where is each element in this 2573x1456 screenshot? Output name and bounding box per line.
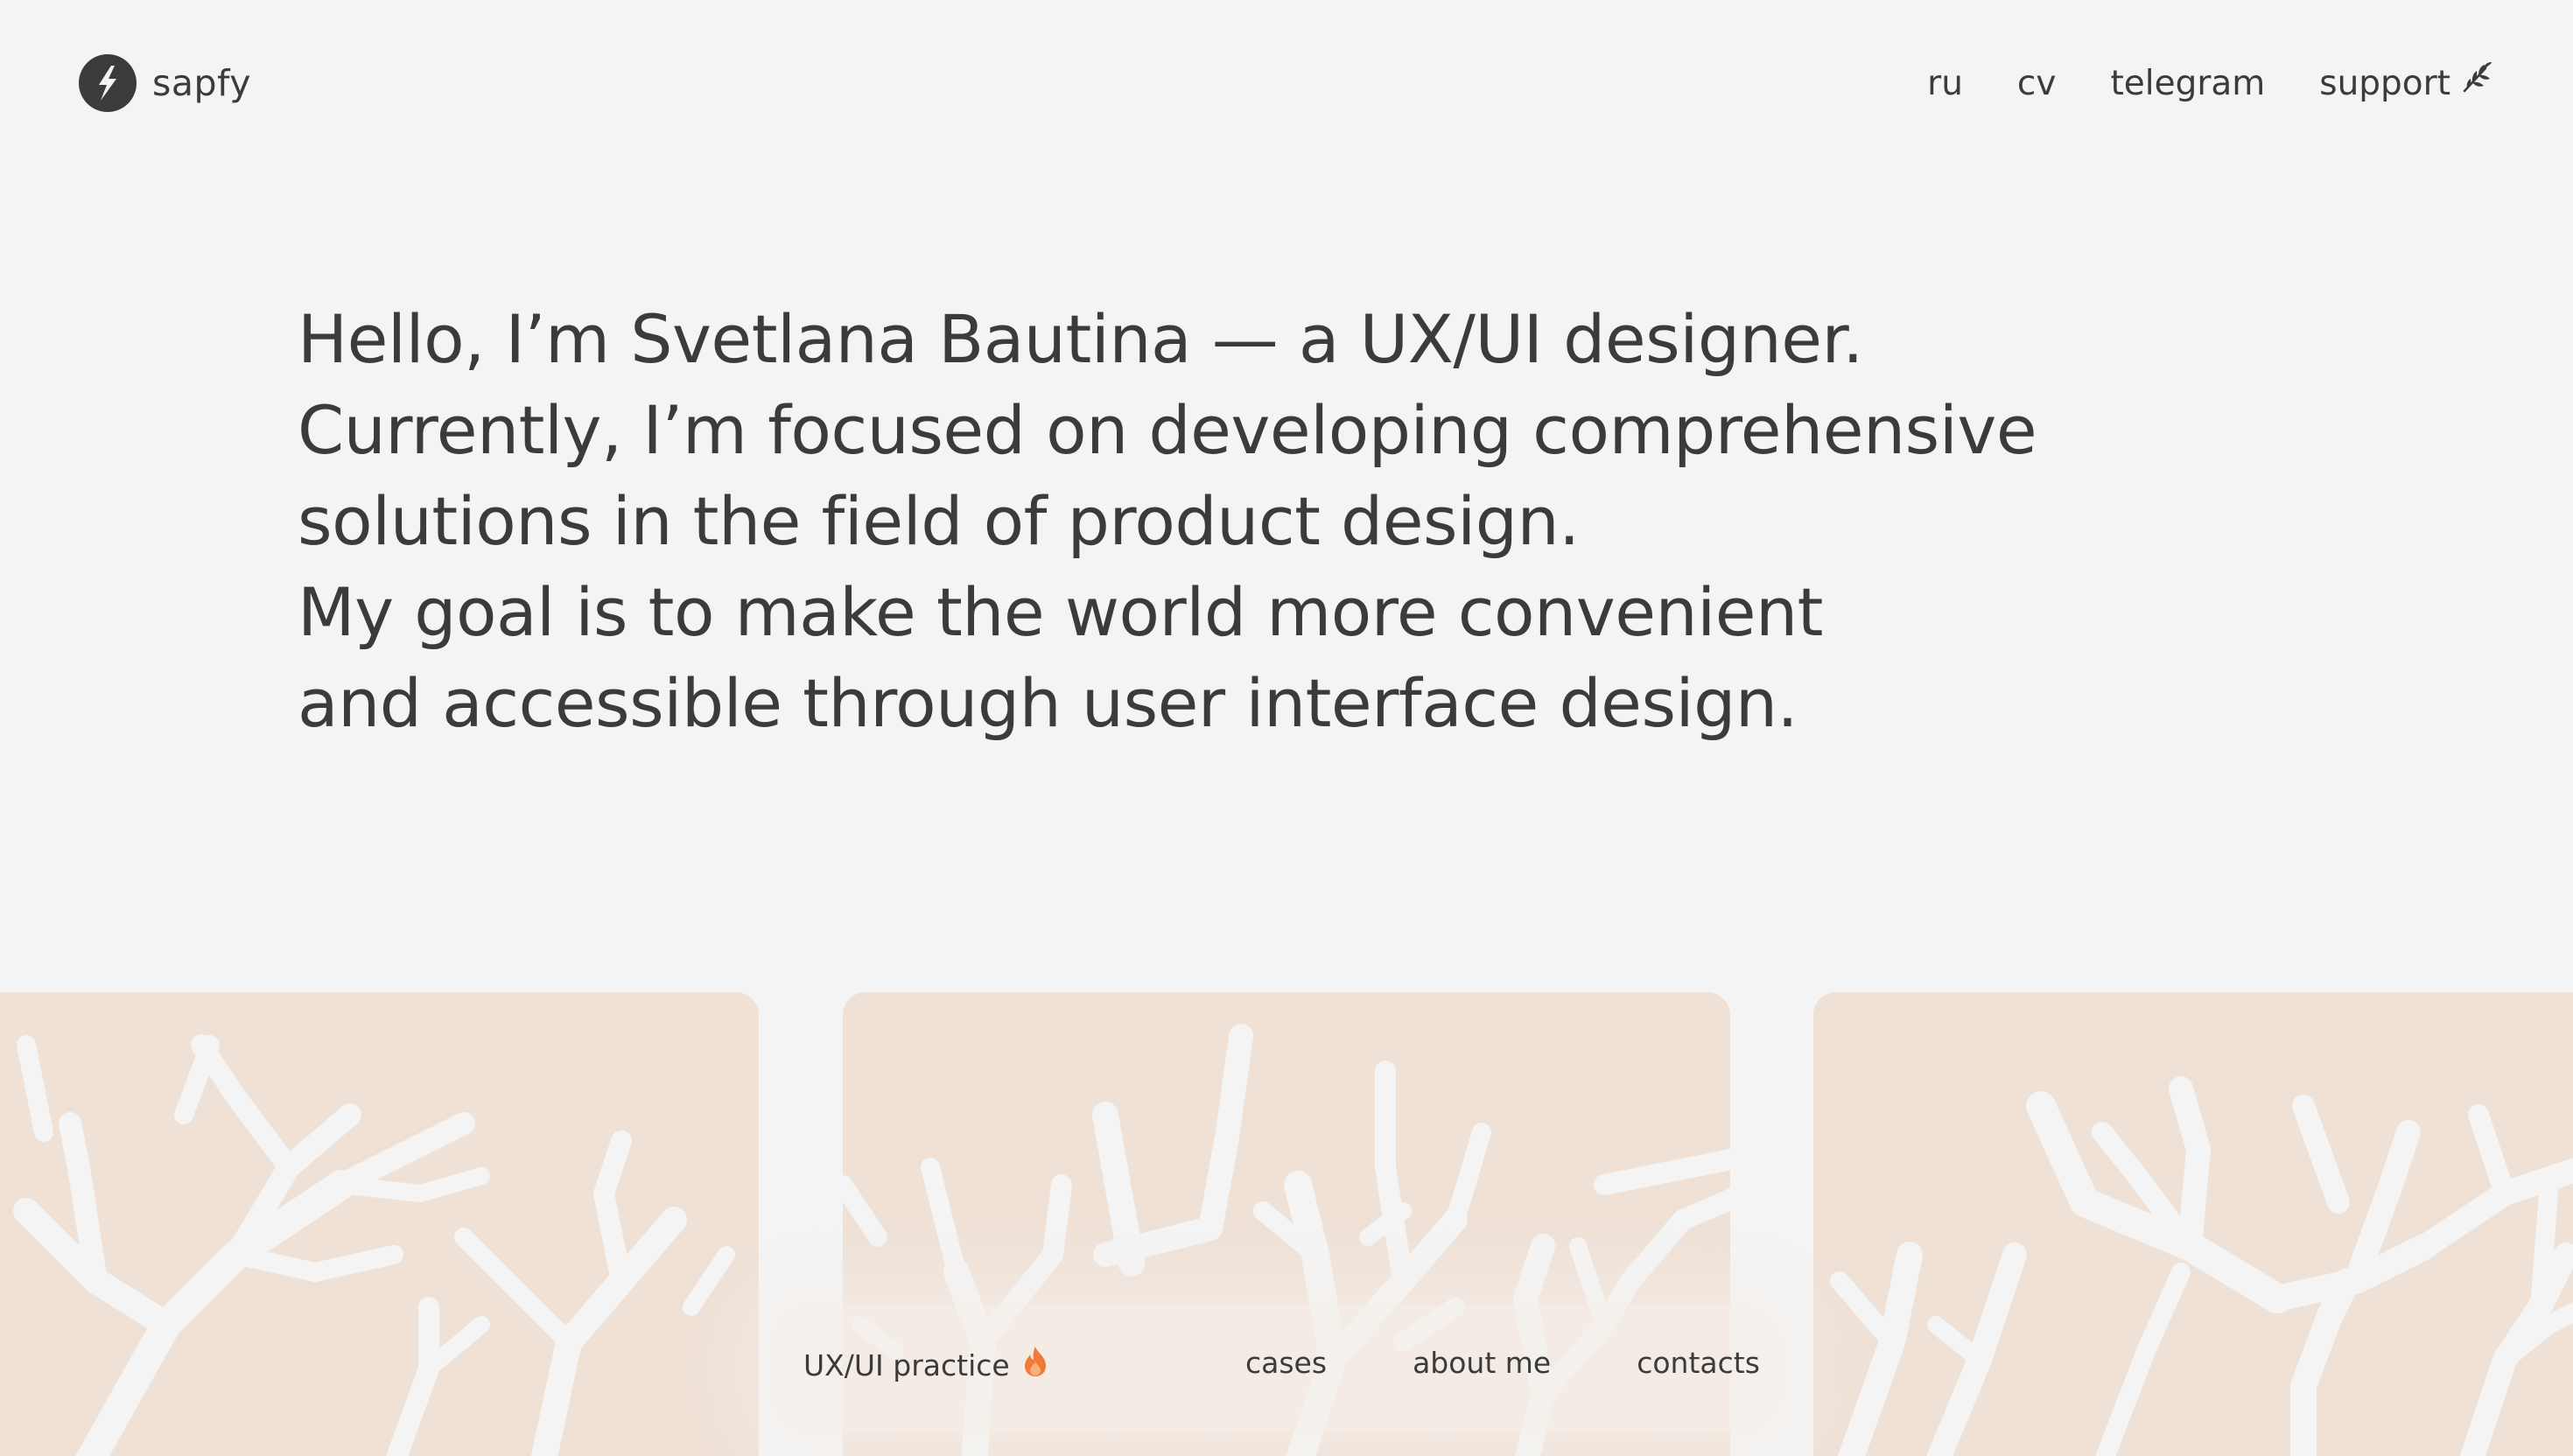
hero-intro: Hello, I’m Svetlana Bautina — a UX/UI de… <box>298 294 2310 749</box>
case-card[interactable] <box>1813 992 2573 1456</box>
ux-ui-practice-link[interactable]: UX/UI practice <box>803 1346 1048 1384</box>
hero-line: and accessible through user interface de… <box>298 664 1798 742</box>
bottom-link-cases[interactable]: cases <box>1245 1346 1327 1380</box>
top-nav: ru cv telegram support <box>1927 60 2494 108</box>
case-card[interactable] <box>0 992 759 1456</box>
brand-name: sapfy <box>152 62 251 104</box>
practice-label: UX/UI practice <box>803 1348 1010 1382</box>
fire-icon <box>1022 1346 1048 1384</box>
nav-label: cv <box>2016 64 2057 103</box>
leaf-icon <box>2459 60 2494 108</box>
bottom-link-about-me[interactable]: about me <box>1413 1346 1551 1380</box>
nav-link-telegram[interactable]: telegram <box>2110 60 2265 108</box>
hero-line: solutions in the field of product design… <box>298 482 1580 560</box>
hero-line: My goal is to make the world more conven… <box>298 573 1823 651</box>
branch-illustration <box>1830 1076 2573 1456</box>
bottom-link-contacts[interactable]: contacts <box>1637 1346 1760 1380</box>
nav-label: ru <box>1927 64 1963 103</box>
nav-label: telegram <box>2110 64 2266 103</box>
bottom-nav-bar: UX/UI practice cases about me contacts <box>770 1306 1781 1433</box>
nav-link-support[interactable]: support <box>2319 60 2494 108</box>
nav-label: support <box>2319 64 2450 103</box>
site-header: sapfy ru cv telegram support <box>0 0 2573 166</box>
lightning-logo-icon <box>79 54 137 112</box>
nav-link-ru[interactable]: ru <box>1927 60 1963 108</box>
logo-link[interactable]: sapfy <box>79 54 251 112</box>
hero-line: Hello, I’m Svetlana Bautina — a UX/UI de… <box>298 300 1863 378</box>
nav-link-cv[interactable]: cv <box>2017 60 2057 108</box>
bottom-nav-links: cases about me contacts <box>1245 1346 1760 1380</box>
hero-line: Currently, I’m focused on developing com… <box>298 391 2037 469</box>
branch-illustration <box>13 1034 735 1456</box>
